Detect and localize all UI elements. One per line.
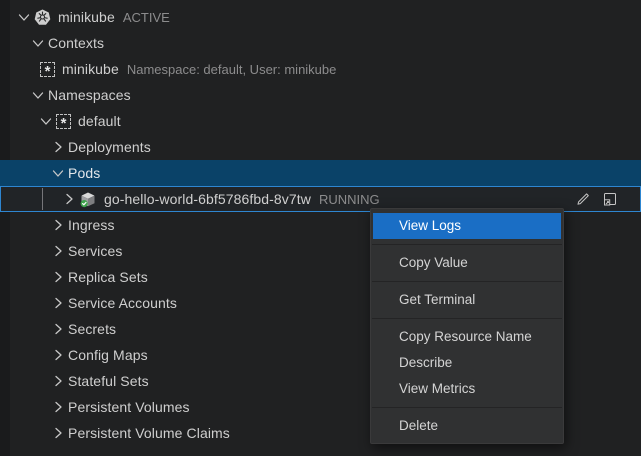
chevron-right-icon[interactable] bbox=[48, 321, 68, 337]
menu-separator bbox=[372, 244, 562, 245]
context-star-icon: * bbox=[40, 62, 55, 77]
tree-item-label: Namespaces bbox=[48, 87, 131, 103]
tree-item-minikube-cluster[interactable]: minikube ACTIVE bbox=[0, 4, 641, 30]
active-indent-guide bbox=[42, 188, 43, 210]
chevron-right-icon[interactable] bbox=[48, 269, 68, 285]
menu-item-delete[interactable]: Delete bbox=[373, 413, 561, 439]
tree-item-label: Deployments bbox=[68, 139, 151, 155]
tree-item-label: Secrets bbox=[68, 321, 116, 337]
menu-separator bbox=[372, 318, 562, 319]
menu-item-copy-value[interactable]: Copy Value bbox=[373, 250, 561, 276]
chevron-right-icon[interactable] bbox=[48, 347, 68, 363]
menu-item-get-terminal[interactable]: Get Terminal bbox=[373, 287, 561, 313]
context-star-icon: * bbox=[56, 114, 71, 129]
tree-item-label: Stateful Sets bbox=[68, 373, 149, 389]
open-preview-icon bbox=[602, 191, 618, 207]
tree-item-label: minikube bbox=[58, 9, 115, 25]
tree-item-description: ACTIVE bbox=[123, 10, 170, 25]
tree-item-label: Services bbox=[68, 243, 122, 259]
tree-item-label: Persistent Volume Claims bbox=[68, 425, 230, 441]
tree-item-label: go-hello-world-6bf5786fbd-8v7tw bbox=[104, 191, 311, 207]
pod-action-open-preview-button[interactable] bbox=[601, 190, 619, 208]
pod-action-edit-pencil-button[interactable] bbox=[574, 190, 592, 208]
menu-separator bbox=[372, 281, 562, 282]
chevron-down-icon[interactable] bbox=[36, 113, 56, 129]
tree-item-description: RUNNING bbox=[319, 192, 380, 207]
tree-item-pods[interactable]: Pods bbox=[0, 160, 641, 186]
tree-item-deployments[interactable]: Deployments bbox=[0, 134, 641, 160]
chevron-down-icon[interactable] bbox=[48, 165, 68, 181]
chevron-right-icon[interactable] bbox=[48, 373, 68, 389]
context-menu: View Logs Copy Value Get Terminal Copy Reso… bbox=[370, 208, 564, 444]
tree-item-contexts[interactable]: Contexts bbox=[0, 30, 641, 56]
chevron-right-icon[interactable] bbox=[48, 295, 68, 311]
tree-item-label: Contexts bbox=[48, 35, 104, 51]
chevron-right-icon[interactable] bbox=[59, 191, 79, 207]
tree-item-label: default bbox=[78, 113, 121, 129]
tree-item-description: Namespace: default, User: minikube bbox=[127, 62, 337, 77]
chevron-right-icon[interactable] bbox=[48, 217, 68, 233]
menu-item-view-logs[interactable]: View Logs bbox=[373, 213, 561, 239]
edit-pencil-icon bbox=[575, 191, 591, 207]
tree-item-label: Config Maps bbox=[68, 347, 148, 363]
chevron-right-icon[interactable] bbox=[48, 243, 68, 259]
chevron-right-icon[interactable] bbox=[48, 399, 68, 415]
menu-item-view-metrics[interactable]: View Metrics bbox=[373, 376, 561, 402]
tree-item-label: Ingress bbox=[68, 217, 115, 233]
menu-item-describe[interactable]: Describe bbox=[373, 350, 561, 376]
kubernetes-icon bbox=[34, 9, 51, 26]
menu-item-copy-resource-name[interactable]: Copy Resource Name bbox=[373, 324, 561, 350]
row-inline-actions bbox=[574, 190, 619, 208]
tree-item-label: Pods bbox=[68, 165, 100, 181]
tree-item-label: Service Accounts bbox=[68, 295, 177, 311]
tree-item-label: Replica Sets bbox=[68, 269, 148, 285]
chevron-right-icon[interactable] bbox=[48, 425, 68, 441]
chevron-down-icon[interactable] bbox=[14, 9, 34, 25]
tree-item-namespaces[interactable]: Namespaces bbox=[0, 82, 641, 108]
pod-icon bbox=[79, 191, 97, 208]
tree-item-label: minikube bbox=[62, 61, 119, 77]
chevron-down-icon[interactable] bbox=[28, 35, 48, 51]
tree-item-default-namespace[interactable]: * default bbox=[0, 108, 641, 134]
tree-item-minikube-context[interactable]: * minikube Namespace: default, User: minik… bbox=[0, 56, 641, 82]
tree-item-label: Persistent Volumes bbox=[68, 399, 190, 415]
menu-separator bbox=[372, 407, 562, 408]
chevron-down-icon[interactable] bbox=[28, 87, 48, 103]
chevron-right-icon[interactable] bbox=[48, 139, 68, 155]
